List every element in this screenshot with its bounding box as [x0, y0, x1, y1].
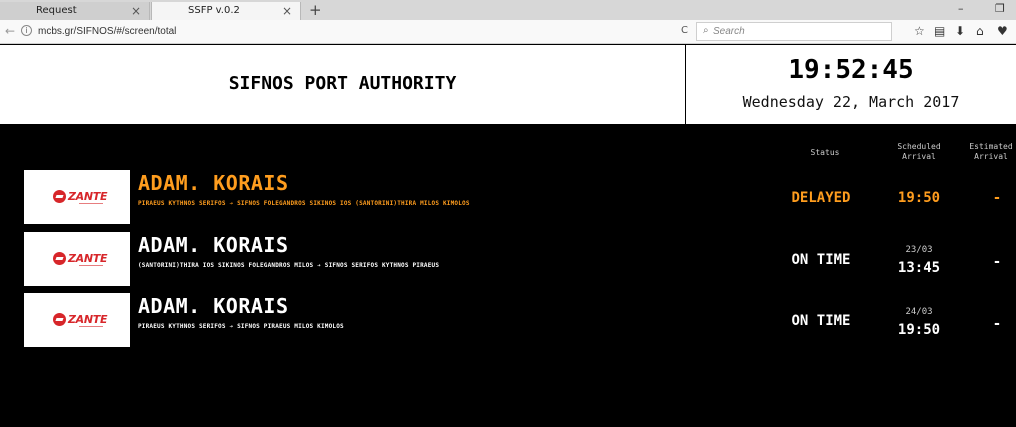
- status-badge: ON TIME: [791, 252, 851, 268]
- arrivals-board: Status Scheduled Arrival Estimated Arriv…: [0, 126, 1016, 427]
- arrival-time: 19:50: [897, 190, 941, 206]
- restore-icon[interactable]: ❐: [995, 2, 1005, 15]
- estimated-arrival: -: [992, 190, 1002, 206]
- vessel-route: PIRAEUS KYTHNOS SERIFOS ➔ SIFNOS PIRAEUS…: [138, 323, 344, 330]
- download-icon[interactable]: ⬇: [955, 24, 965, 38]
- new-tab-icon[interactable]: +: [309, 1, 322, 19]
- tab-ssfp[interactable]: SSFP v.0.2 ×: [151, 2, 301, 20]
- column-header-scheduled: Scheduled Arrival: [879, 142, 959, 162]
- clock-date: Wednesday 22, March 2017: [742, 93, 960, 111]
- arrival-time: 13:45: [897, 260, 941, 276]
- estimated-arrival: -: [992, 316, 1002, 332]
- column-header-estimated-line1: Estimated: [969, 142, 1013, 151]
- column-header-estimated: Estimated Arrival: [966, 142, 1016, 162]
- browser-tab-bar: Request × SSFP v.0.2 × + – ❐: [0, 0, 1016, 20]
- status-badge: ON TIME: [791, 313, 851, 329]
- tab-close-icon[interactable]: ×: [131, 4, 141, 18]
- search-icon: ⌕: [703, 25, 709, 36]
- column-header-estimated-line2: Arrival: [974, 152, 1008, 161]
- vessel-name: ADAM. KORAIS: [138, 233, 289, 257]
- search-input[interactable]: Search: [713, 26, 745, 37]
- logo-text: ZANTE: [68, 190, 108, 203]
- column-header-scheduled-line1: Scheduled: [897, 142, 941, 151]
- page-header: SIFNOS PORT AUTHORITY 19:52:45 Wednesday…: [0, 45, 1016, 125]
- table-row: ZANTE ADAM. KORAIS PIRAEUS KYTHNOS SERIF…: [0, 293, 1016, 347]
- logo-underline: [79, 203, 103, 204]
- estimated-arrival: -: [992, 254, 1002, 270]
- star-icon[interactable]: ☆: [914, 24, 925, 38]
- info-icon[interactable]: i: [21, 25, 32, 36]
- clock-time: 19:52:45: [788, 55, 914, 85]
- home-icon[interactable]: ⌂: [976, 24, 984, 38]
- logo-text: ZANTE: [68, 252, 108, 265]
- reading-list-icon[interactable]: ▤: [934, 24, 945, 38]
- logo-text: ZANTE: [68, 313, 108, 326]
- vessel-name: ADAM. KORAIS: [138, 294, 289, 318]
- arrival-time: 19:50: [897, 322, 941, 338]
- column-header-status: Status: [810, 148, 840, 157]
- search-box[interactable]: ⌕ Search: [696, 22, 892, 41]
- browser-nav-bar: ← i mcbs.gr/SIFNOS/#/screen/total C ⌕ Se…: [0, 20, 1016, 44]
- operator-logo: ZANTE: [24, 170, 130, 224]
- zante-logo-icon: [53, 190, 66, 203]
- table-row: ZANTE ADAM. KORAIS (SANTORINI)THIRA IOS …: [0, 232, 1016, 286]
- tab-label: SSFP v.0.2: [188, 5, 240, 16]
- logo-underline: [79, 326, 103, 327]
- tab-close-icon[interactable]: ×: [282, 4, 292, 18]
- back-icon[interactable]: ←: [5, 24, 15, 38]
- pocket-icon[interactable]: ♥: [997, 24, 1008, 38]
- vessel-route: PIRAEUS KYTHNOS SERIFOS ➔ SIFNOS FOLEGAN…: [138, 200, 470, 207]
- operator-logo: ZANTE: [24, 232, 130, 286]
- tab-request[interactable]: Request ×: [0, 2, 150, 20]
- minimize-icon[interactable]: –: [958, 2, 964, 15]
- zante-logo-icon: [53, 252, 66, 265]
- zante-logo-icon: [53, 313, 66, 326]
- column-header-scheduled-line2: Arrival: [902, 152, 936, 161]
- reload-icon[interactable]: C: [681, 25, 688, 36]
- page-title: SIFNOS PORT AUTHORITY: [228, 73, 457, 94]
- url-bar[interactable]: mcbs.gr/SIFNOS/#/screen/total: [38, 26, 176, 37]
- arrival-date: 24/03: [905, 307, 933, 317]
- logo-underline: [79, 265, 103, 266]
- operator-logo: ZANTE: [24, 293, 130, 347]
- vessel-name: ADAM. KORAIS: [138, 171, 289, 195]
- tab-label: Request: [36, 5, 77, 16]
- table-row: ZANTE ADAM. KORAIS PIRAEUS KYTHNOS SERIF…: [0, 170, 1016, 224]
- arrival-date: 23/03: [905, 245, 933, 255]
- vessel-route: (SANTORINI)THIRA IOS SIKINOS FOLEGANDROS…: [138, 262, 440, 269]
- status-badge: DELAYED: [791, 190, 851, 206]
